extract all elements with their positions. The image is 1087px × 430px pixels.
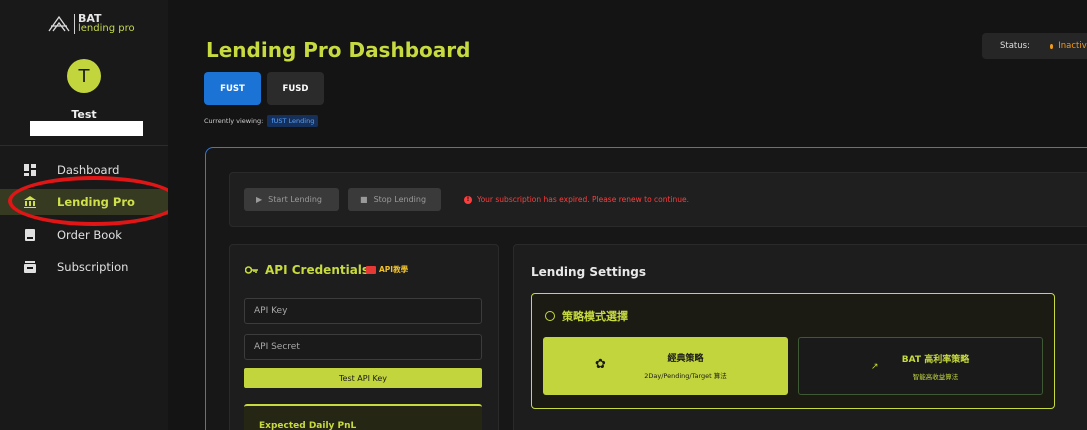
sidebar-item-label: Order Book	[57, 228, 122, 242]
tab-fusd[interactable]: FUSD	[267, 72, 324, 105]
bat-strategy-option[interactable]: ↗ BAT 高利率策略 智能高收益算法	[798, 337, 1043, 395]
brand-logo[interactable]: BAT lending pro	[48, 13, 135, 34]
status-dot-icon	[1049, 43, 1054, 49]
classic-strategy-option[interactable]: ✿ 經典策略 2Day/Pending/Target 算法	[543, 337, 788, 395]
user-email-redacted	[30, 121, 143, 136]
api-tutorial-link[interactable]: API教學	[366, 264, 408, 275]
start-lending-button[interactable]: ▶ Start Lending	[244, 188, 339, 211]
classic-strategy-title: 經典策略	[667, 354, 704, 364]
currently-viewing: Currently viewing: fUST Lending	[204, 115, 319, 127]
viewing-label: Currently viewing:	[204, 117, 264, 125]
strategy-title: 策略模式選擇	[545, 308, 628, 324]
api-title-text: API Credentials	[265, 263, 370, 277]
lending-settings-title: Lending Settings	[531, 265, 646, 279]
stop-icon: ■	[360, 195, 368, 204]
sidebar-item-subscription[interactable]: Subscription	[0, 254, 168, 280]
sidebar-divider	[0, 145, 168, 146]
subscription-error: ! Your subscription has expired. Please …	[464, 195, 689, 204]
api-tutorial-label: API教學	[379, 265, 409, 274]
viewing-value: fUST Lending	[267, 115, 319, 127]
tab-fust[interactable]: FUST	[204, 72, 261, 105]
key-icon	[245, 266, 258, 274]
test-api-key-button[interactable]: Test API Key	[244, 368, 482, 388]
highlight-annotation	[8, 176, 180, 226]
sidebar-item-label: Dashboard	[57, 163, 120, 177]
user-name: Test	[71, 108, 97, 121]
bat-logo-icon	[48, 16, 70, 32]
alert-icon: !	[464, 195, 472, 204]
api-credentials-title: API Credentials	[245, 263, 369, 277]
brand-sub: lending pro	[78, 23, 135, 34]
classic-strategy-sub: 2Day/Pending/Target 算法	[644, 372, 727, 380]
expected-pnl-title: Expected Daily PnL	[259, 421, 357, 430]
error-text: Your subscription has expired. Please re…	[477, 195, 690, 204]
sidebar-item-label: Subscription	[57, 260, 129, 274]
avatar[interactable]: T	[67, 59, 101, 93]
bat-strategy-title: BAT 高利率策略	[901, 355, 970, 365]
status-label: Status:	[1000, 41, 1030, 51]
strategy-title-text: 策略模式選擇	[562, 310, 628, 323]
play-icon: ▶	[256, 195, 263, 204]
brand-text: BAT lending pro	[74, 13, 135, 34]
book-icon	[24, 229, 36, 241]
bat-strategy-sub: 智能高收益算法	[912, 373, 959, 381]
video-icon	[366, 265, 376, 274]
page-title: Lending Pro Dashboard	[206, 38, 471, 62]
gauge-icon	[545, 311, 555, 321]
status-value: Inactive	[1058, 41, 1087, 51]
main-content: Lending Pro Dashboard Status: Inactive F…	[168, 0, 1087, 430]
stop-lending-label: Stop Lending	[373, 195, 427, 204]
subscription-icon	[24, 261, 36, 273]
status-badge: Status: Inactive	[982, 33, 1087, 59]
stop-lending-button[interactable]: ■ Stop Lending	[348, 188, 441, 211]
start-lending-label: Start Lending	[268, 195, 322, 204]
sidebar-item-order-book[interactable]: Order Book	[0, 222, 168, 248]
api-key-input[interactable]	[244, 298, 482, 324]
api-secret-input[interactable]	[244, 334, 482, 360]
dashboard-icon	[24, 164, 36, 176]
